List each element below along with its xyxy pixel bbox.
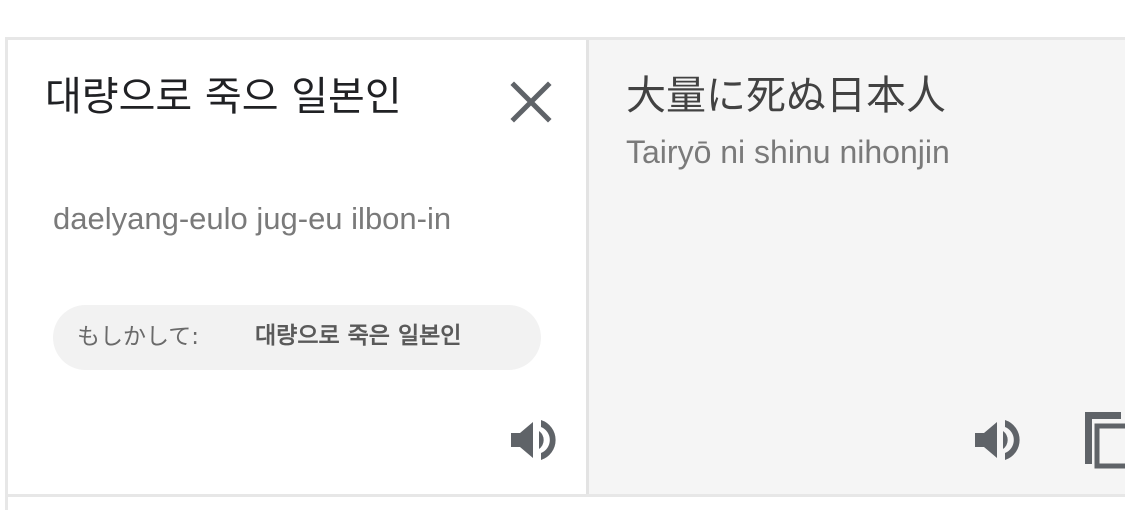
clear-button[interactable] (503, 74, 559, 130)
bottom-area (8, 497, 1125, 510)
target-text: 大量に死ぬ日本人 (626, 73, 946, 119)
source-listen-button[interactable] (505, 416, 559, 464)
did-you-mean-label: もしかして: (77, 324, 200, 350)
volume-icon (511, 420, 556, 460)
did-you-mean-chip[interactable]: もしかして: 대량으로 죽은 일본인 (53, 305, 541, 370)
copy-icon (1085, 412, 1125, 469)
translation-screen: 대량으로 죽으 일본인 daelyang-eulo jug-eu ilbon-i… (0, 0, 1125, 510)
copy-button[interactable] (1081, 406, 1125, 470)
target-transliteration: Tairyō ni shinu nihonjin (626, 134, 950, 170)
source-transliteration: daelyang-eulo jug-eu ilbon-in (53, 201, 452, 236)
volume-icon (975, 420, 1020, 460)
suggested-text[interactable]: 대량으로 죽은 일본인 (255, 321, 461, 351)
source-text[interactable]: 대량으로 죽으 일본인 (45, 68, 425, 126)
target-panel: 大量に死ぬ日本人 Tairyō ni shinu nihonjin (589, 40, 1125, 495)
top-area (0, 0, 1125, 37)
target-listen-button[interactable] (969, 416, 1023, 464)
close-icon (510, 81, 552, 123)
source-panel: 대량으로 죽으 일본인 daelyang-eulo jug-eu ilbon-i… (8, 40, 586, 495)
